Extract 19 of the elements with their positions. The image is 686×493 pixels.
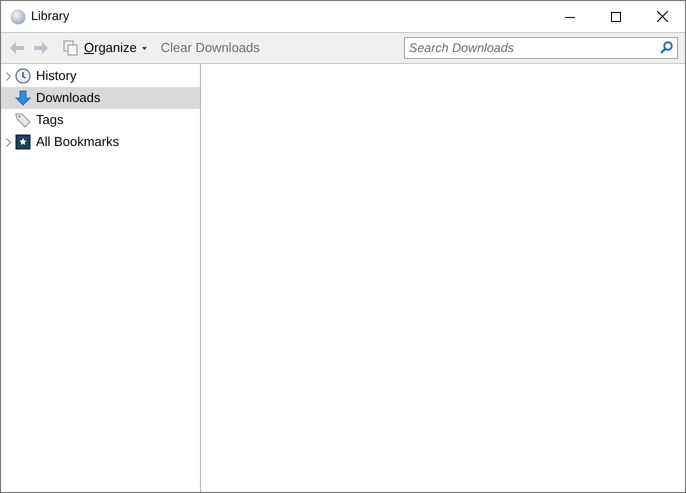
- close-icon: [656, 11, 668, 22]
- search-field[interactable]: Search Downloads: [404, 37, 678, 59]
- search-icon: [660, 41, 673, 54]
- copy-pages-icon: [63, 40, 79, 56]
- sidebar-item[interactable]: Downloads: [1, 87, 200, 109]
- expand-chevron-icon[interactable]: [6, 138, 10, 146]
- tag-icon: [15, 112, 31, 128]
- down-arrow-icon: [15, 90, 31, 106]
- sidebar-item[interactable]: All Bookmarks: [1, 131, 200, 153]
- sidebar-item[interactable]: Tags: [1, 109, 200, 131]
- clock-icon: [15, 68, 31, 84]
- window-title: Library: [31, 8, 70, 26]
- caret-icon: [142, 46, 147, 50]
- expand-chevron-icon[interactable]: [6, 72, 10, 80]
- sidebar-item[interactable]: History: [1, 65, 200, 87]
- organize-button[interactable]: Organize: [63, 36, 147, 60]
- minimize-icon: [565, 16, 575, 18]
- maximize-icon: [611, 12, 621, 22]
- globe-icon: [10, 8, 26, 24]
